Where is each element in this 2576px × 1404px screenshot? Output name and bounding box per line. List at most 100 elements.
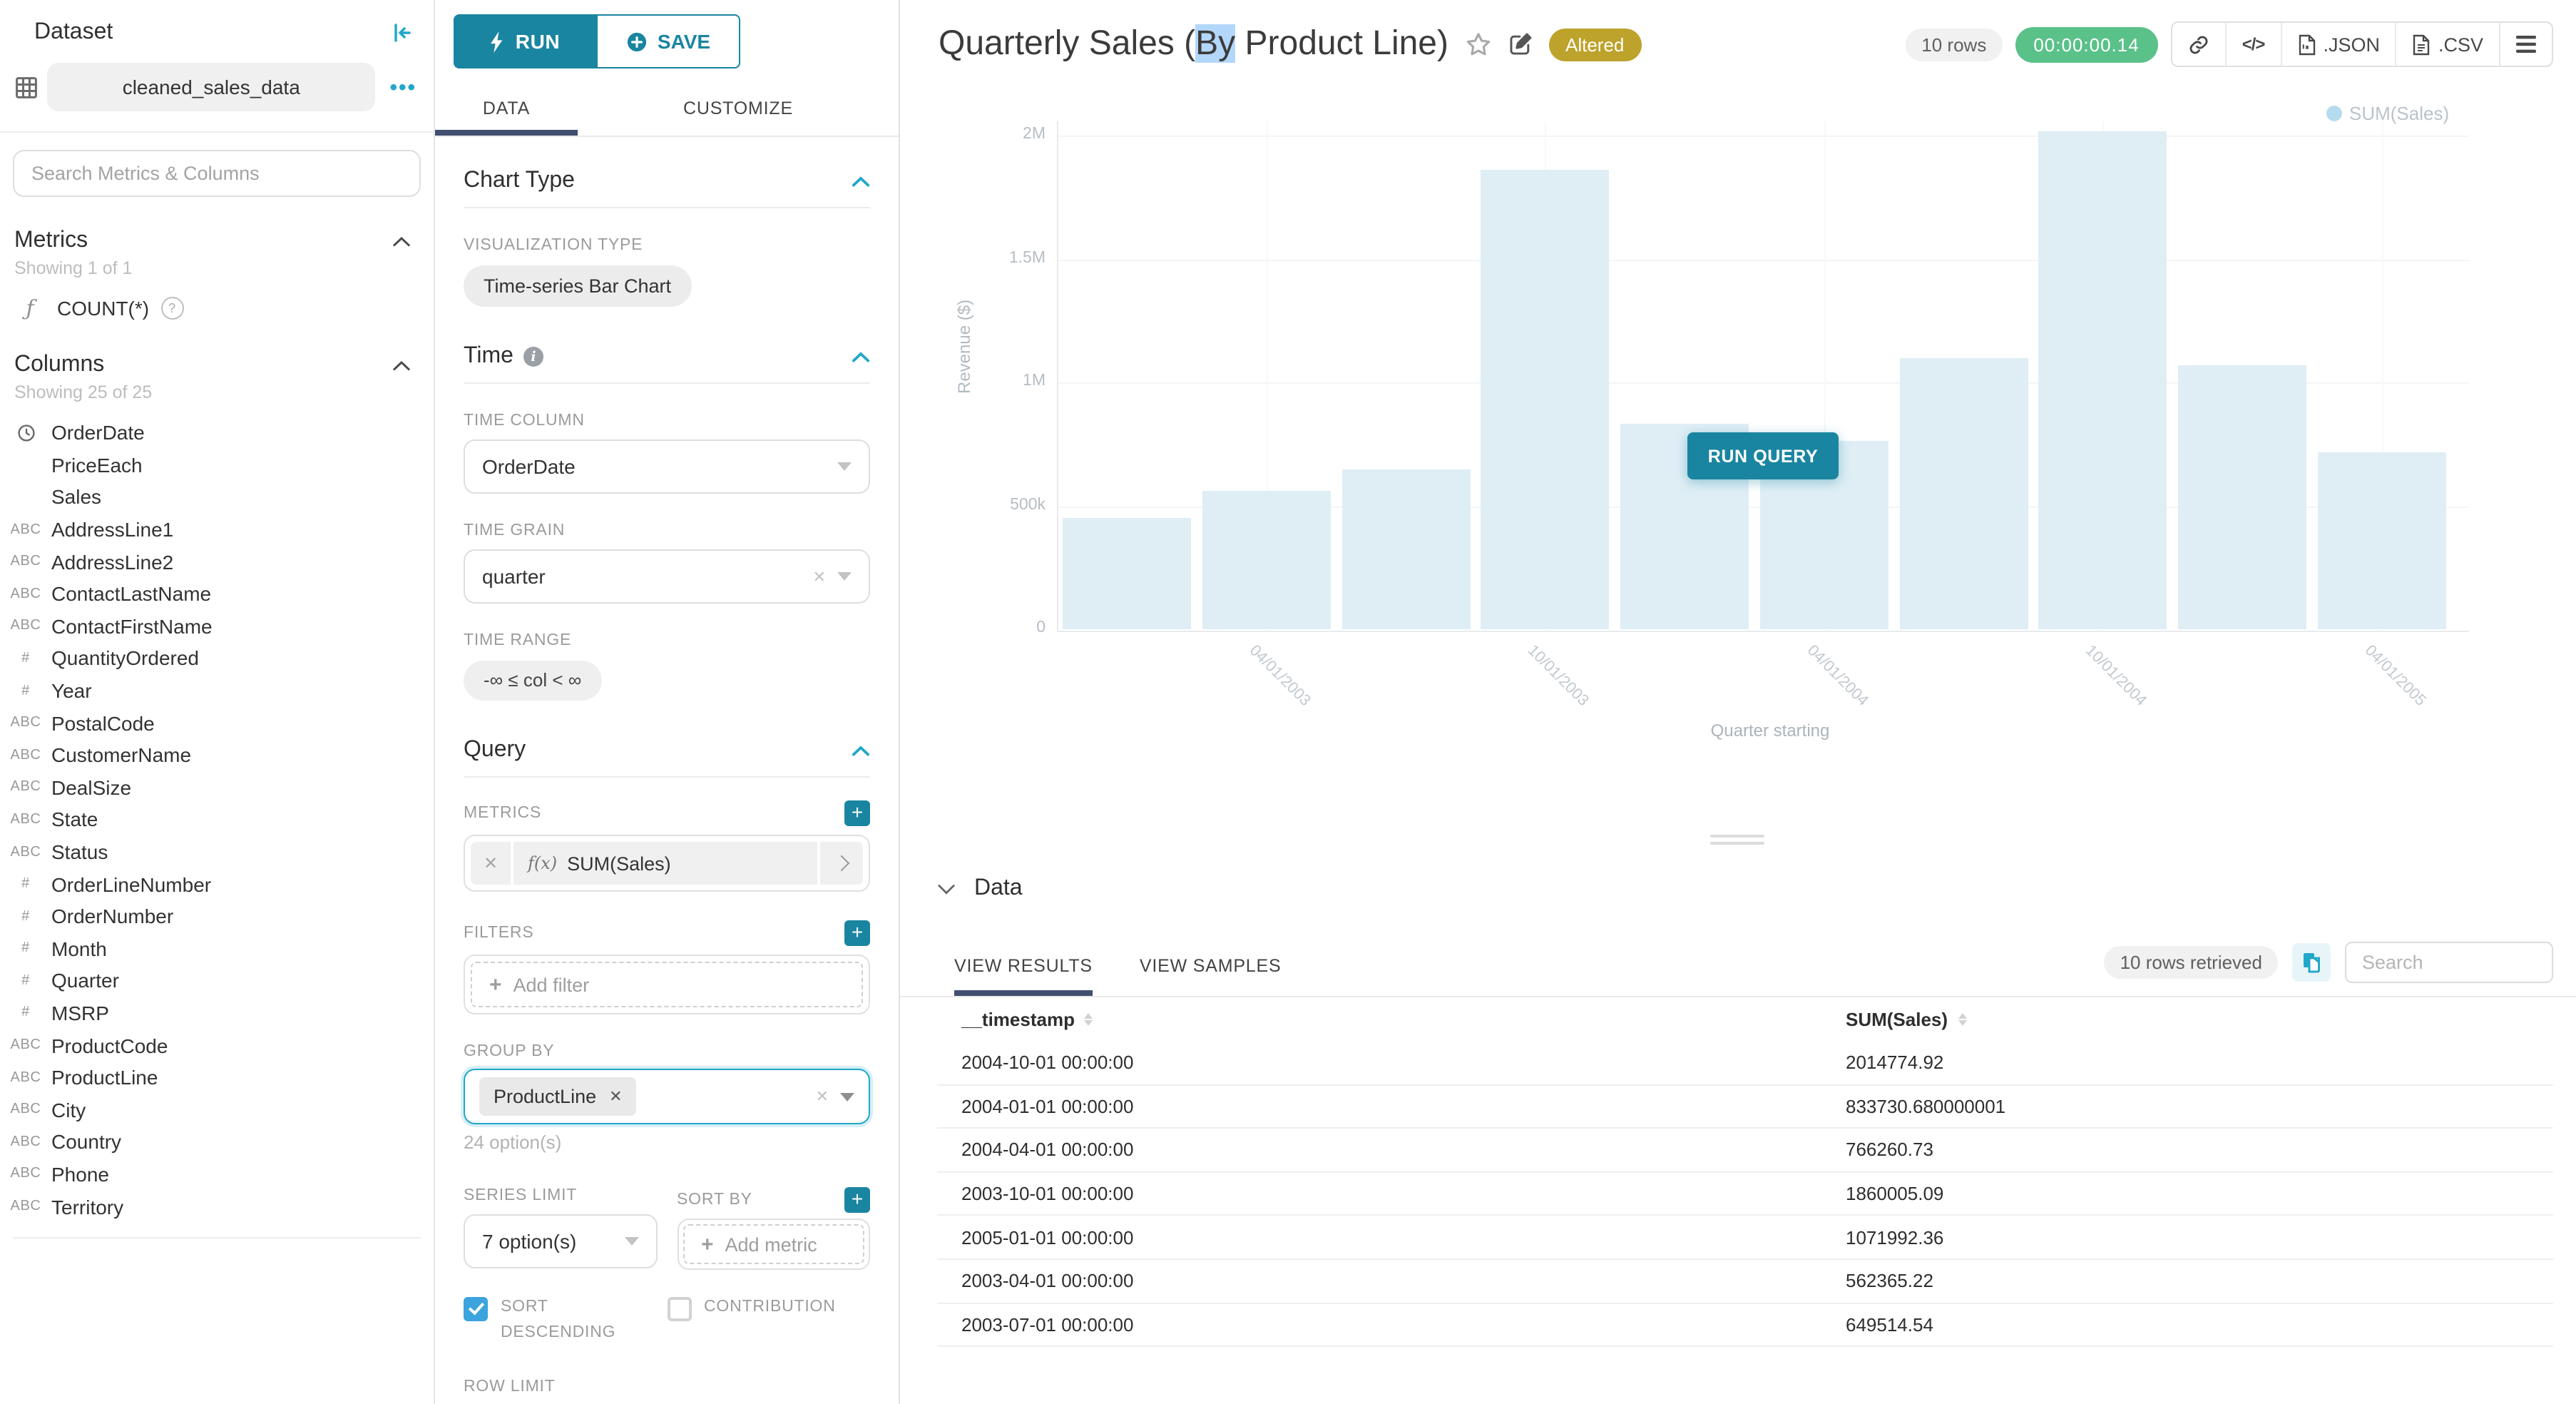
table-body: 2004-10-01 00:00:002014774.922004-01-01 … [937, 1042, 2553, 1347]
chart-title[interactable]: Quarterly Sales (By Product Line) [939, 24, 1448, 64]
abc-type-tag: ABC [0, 586, 51, 602]
chevron-up-icon[interactable] [392, 359, 411, 372]
column-item-customername[interactable]: ABCCustomerName [0, 739, 434, 771]
visualization-type-value[interactable]: Time-series Bar Chart [464, 265, 691, 307]
add-filter-button[interactable]: + [844, 920, 870, 946]
time-column-select[interactable]: OrderDate [464, 439, 870, 494]
column-item-quarter[interactable]: #Quarter [0, 965, 434, 997]
menu-icon[interactable] [2499, 23, 2552, 66]
dataset-panel-title: Dataset [34, 20, 113, 46]
sort-descending-checkbox[interactable] [464, 1297, 488, 1321]
time-grain-select[interactable]: quarter ✕ [464, 549, 870, 604]
clear-icon[interactable]: ✕ [816, 1087, 829, 1106]
copy-data-icon[interactable] [2292, 942, 2331, 981]
file-icon [2413, 34, 2431, 55]
column-item-dealsize[interactable]: ABCDealSize [0, 771, 434, 803]
sort-icon[interactable] [1085, 1013, 1093, 1027]
info-icon[interactable]: i [523, 347, 543, 367]
groupby-select[interactable]: ProductLine✕ ✕ [464, 1069, 870, 1124]
bar-2003-10-01 [1481, 170, 1610, 630]
columns-list: OrderDatePriceEachSalesABCAddressLine1AB… [0, 417, 434, 1223]
time-range-value[interactable]: -∞ ≤ col < ∞ [464, 661, 601, 701]
column-item-country[interactable]: ABCCountry [0, 1126, 434, 1158]
clear-icon[interactable]: ✕ [813, 567, 826, 586]
tab-customize[interactable]: CUSTOMIZE [578, 81, 899, 136]
column-name: OrderNumber [51, 905, 173, 927]
column-name: Country [51, 1131, 121, 1154]
add-filter-dropzone[interactable]: +Add filter [471, 962, 863, 1007]
column-item-msrp[interactable]: #MSRP [0, 997, 434, 1029]
column-item-month[interactable]: #Month [0, 932, 434, 965]
series-limit-select[interactable]: 7 option(s) [464, 1214, 657, 1268]
save-button[interactable]: SAVE [596, 14, 740, 68]
run-button[interactable]: RUN [454, 14, 596, 68]
expand-metric-icon[interactable] [820, 842, 863, 885]
favorite-star-icon[interactable] [1464, 31, 1491, 58]
column-item-state[interactable]: ABCState [0, 803, 434, 835]
remove-metric-icon[interactable]: ✕ [471, 842, 511, 885]
column-name: AddressLine1 [51, 518, 173, 541]
column-name: Quarter [51, 970, 119, 992]
chevron-down-icon[interactable] [937, 882, 956, 895]
chevron-up-icon[interactable] [392, 235, 411, 248]
chevron-up-icon[interactable] [852, 175, 870, 188]
column-name: ProductCode [51, 1034, 168, 1057]
column-item-phone[interactable]: ABCPhone [0, 1158, 434, 1190]
add-sort-metric-button[interactable]: + [844, 1187, 870, 1213]
column-header-sum-sales[interactable]: SUM(Sales) [1821, 1009, 2553, 1030]
metric-option[interactable]: ✕ f(x) SUM(Sales) [471, 842, 863, 885]
column-item-status[interactable]: ABCStatus [0, 835, 434, 868]
metric-item[interactable]: ƒ COUNT(*) ? [14, 295, 434, 321]
table-search-input[interactable] [2345, 941, 2553, 982]
chart-legend[interactable]: SUM(Sales) [2326, 103, 2449, 124]
share-link-icon[interactable] [2172, 23, 2225, 66]
contribution-checkbox[interactable] [667, 1297, 691, 1321]
column-item-postalcode[interactable]: ABCPostalCode [0, 707, 434, 739]
column-item-orderlinenumber[interactable]: #OrderLineNumber [0, 868, 434, 900]
column-item-contactlastname[interactable]: ABCContactLastName [0, 578, 434, 610]
export-json-button[interactable]: .JSON [2280, 23, 2396, 66]
edit-properties-icon[interactable] [1507, 31, 1533, 57]
divider [464, 382, 870, 384]
export-csv-button[interactable]: .CSV [2396, 23, 2499, 66]
column-item-city[interactable]: ABCCity [0, 1094, 434, 1126]
column-item-year[interactable]: #Year [0, 675, 434, 707]
help-icon[interactable]: ? [160, 297, 183, 320]
dataset-options-menu[interactable]: ••• [384, 75, 422, 99]
column-item-priceeach[interactable]: PriceEach [0, 449, 434, 481]
bar-2003-01-01 [1063, 517, 1191, 630]
panel-resize-handle[interactable] [1710, 835, 1764, 849]
column-item-sales[interactable]: Sales [0, 481, 434, 513]
tab-view-samples[interactable]: VIEW SAMPLES [1140, 939, 1282, 996]
view-query-icon[interactable]: </> [2225, 23, 2281, 66]
column-item-quantityordered[interactable]: #QuantityOrdered [0, 642, 434, 674]
column-item-productcode[interactable]: ABCProductCode [0, 1029, 434, 1062]
table-row: 2004-04-01 00:00:00766260.73 [937, 1129, 2553, 1172]
chevron-up-icon[interactable] [852, 744, 870, 757]
collapse-sidebar-icon[interactable] [391, 21, 414, 44]
column-item-territory[interactable]: ABCTerritory [0, 1191, 434, 1223]
column-item-addressline2[interactable]: ABCAddressLine2 [0, 546, 434, 578]
run-query-button[interactable]: RUN QUERY [1687, 432, 1839, 479]
add-sort-metric-dropzone[interactable]: +Add metric [683, 1224, 864, 1264]
tab-view-results[interactable]: VIEW RESULTS [954, 939, 1093, 996]
column-item-contactfirstname[interactable]: ABCContactFirstName [0, 610, 434, 642]
tab-data[interactable]: DATA [435, 81, 578, 136]
sort-by-control: +Add metric [677, 1219, 870, 1270]
dataset-name[interactable]: cleaned_sales_data [47, 63, 375, 111]
column-name: Month [51, 937, 107, 960]
altered-badge[interactable]: Altered [1548, 28, 1641, 61]
column-item-productline[interactable]: ABCProductLine [0, 1062, 434, 1094]
add-metric-button[interactable]: + [844, 800, 870, 826]
column-item-orderdate[interactable]: OrderDate [0, 417, 434, 449]
remove-chip-icon[interactable]: ✕ [609, 1087, 622, 1106]
search-metrics-columns-input[interactable] [13, 150, 421, 197]
sort-icon[interactable] [1958, 1013, 1966, 1027]
column-item-ordernumber[interactable]: #OrderNumber [0, 900, 434, 932]
groupby-chip[interactable]: ProductLine✕ [479, 1077, 637, 1116]
numeric-type-tag: # [0, 683, 51, 698]
column-header-timestamp[interactable]: __timestamp [937, 1009, 1821, 1030]
chevron-up-icon[interactable] [852, 350, 870, 363]
sort-descending-label: SORT DESCENDING [501, 1296, 623, 1346]
column-item-addressline1[interactable]: ABCAddressLine1 [0, 514, 434, 546]
